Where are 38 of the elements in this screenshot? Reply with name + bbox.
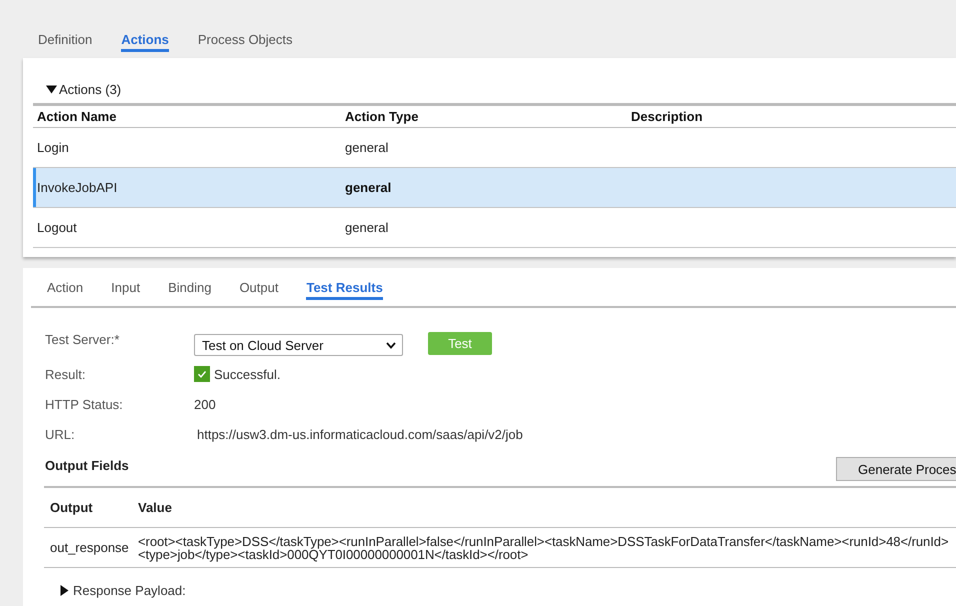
- table-cell-text: Logout: [36, 220, 78, 235]
- section-title: Output Fields: [44, 457, 129, 473]
- column-header: Action Type: [344, 109, 420, 124]
- field-label: HTTP Status:: [45, 396, 124, 412]
- section-title: Actions (3): [59, 82, 122, 96]
- field-label: Test Server:*: [45, 332, 120, 347]
- tab[interactable]: Test Results: [306, 280, 383, 300]
- caret-right-icon[interactable]: [59, 585, 70, 596]
- result-text: Successful.: [214, 366, 280, 382]
- caret-down-icon[interactable]: [46, 84, 57, 94]
- tab[interactable]: Binding: [168, 280, 212, 300]
- tab[interactable]: Input: [111, 280, 140, 300]
- table-cell-text: general: [344, 220, 390, 235]
- tab[interactable]: Process Objects: [198, 32, 293, 52]
- chevron-down-icon: [386, 342, 396, 348]
- tab[interactable]: Output: [239, 280, 278, 300]
- table-row[interactable]: Logout general: [33, 208, 956, 248]
- field-label: Result:: [45, 366, 86, 382]
- table-cell-text: general: [344, 180, 392, 195]
- table-cell-text: Login: [36, 140, 70, 155]
- generate-button[interactable]: Generate Proces: [836, 457, 956, 481]
- table-row[interactable]: InvokeJobAPI general: [33, 168, 956, 208]
- field-label: URL:: [45, 426, 76, 442]
- server-select[interactable]: Test on Cloud Server: [194, 334, 403, 356]
- section-title[interactable]: Response Payload:: [73, 583, 186, 598]
- table-cell-text: <root><taskType>DSS</taskType><runInParallel>false</runInParallel><taskName>DSSTaskForDataTransfer</taskName><runId>48</runId> <type>job</type><taskId>000QYT0I00000000001N</taskId></root>: [138, 534, 950, 560]
- table-cell-text: out_response: [49, 540, 130, 555]
- field-value: https://usw3.dm-us.informaticacloud.com/saas/api/v2/job: [196, 426, 523, 442]
- field-value: 200: [194, 396, 216, 412]
- tab[interactable]: Definition: [38, 32, 92, 52]
- column-header: Action Name: [36, 109, 118, 124]
- table-cell-text: general: [344, 140, 390, 155]
- column-header: Value: [138, 500, 173, 515]
- column-header: Output: [49, 500, 94, 515]
- table-cell-text: InvokeJobAPI: [36, 180, 118, 195]
- tab[interactable]: Actions: [121, 32, 169, 52]
- tab[interactable]: Action: [47, 280, 84, 300]
- column-header: Description: [630, 109, 704, 124]
